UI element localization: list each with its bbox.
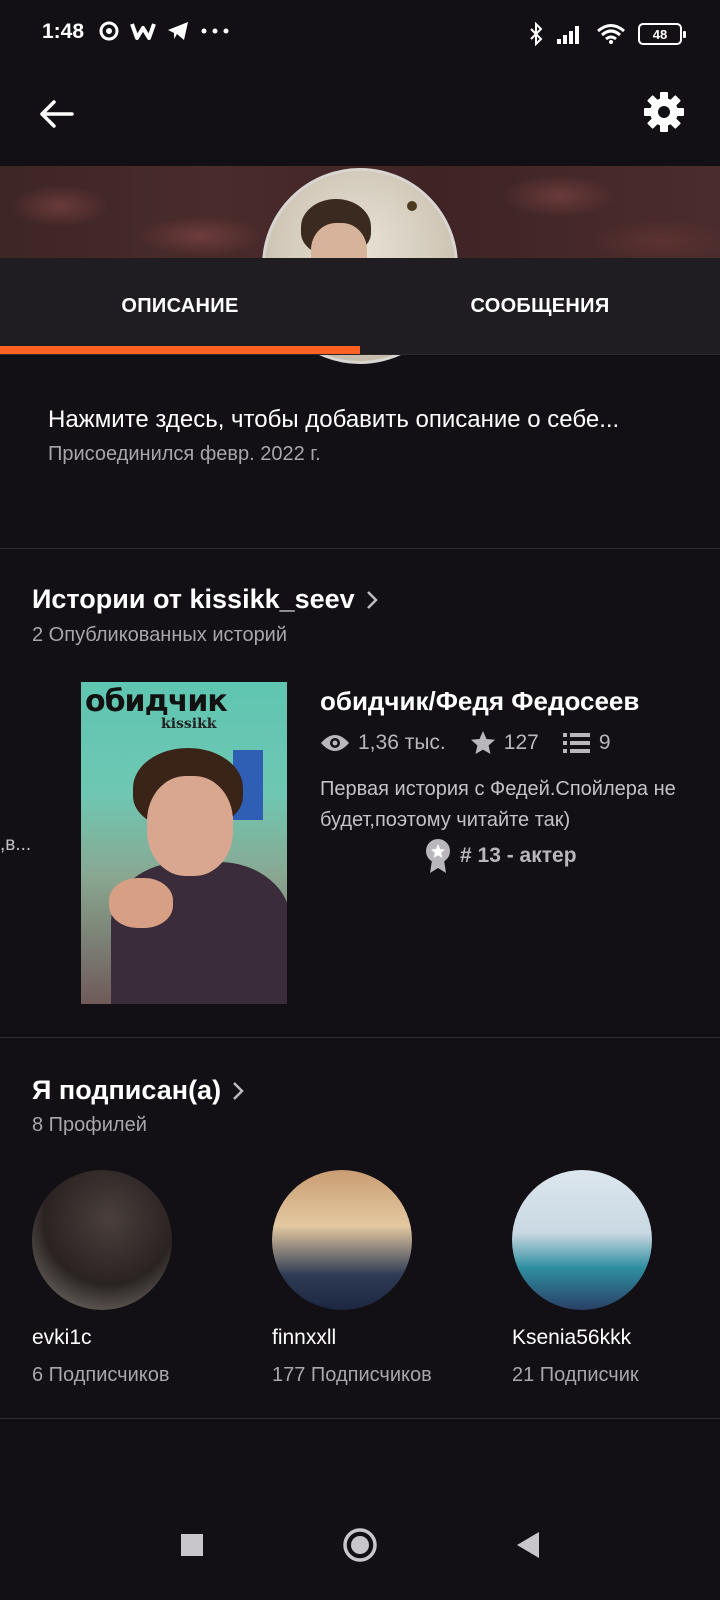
signal-icon	[557, 26, 579, 44]
add-description-prompt[interactable]: Нажмите здесь, чтобы добавить описание о…	[48, 406, 619, 434]
system-icons: 48	[528, 22, 686, 46]
section-divider	[0, 548, 720, 549]
votes-stat: 127	[470, 730, 539, 756]
stories-count: 2 Опубликованных историй	[32, 624, 288, 646]
wifi-icon	[597, 24, 625, 44]
profile-followers: 21 Подписчик	[512, 1364, 639, 1386]
battery-icon: 48	[638, 23, 686, 45]
home-button[interactable]	[336, 1521, 384, 1569]
avatar[interactable]	[32, 1170, 172, 1310]
profile-followers: 6 Подписчиков	[32, 1364, 170, 1386]
telegram-icon	[168, 22, 188, 40]
profile-name: Ksenia56kkk	[512, 1326, 632, 1349]
tabs-divider	[0, 354, 720, 355]
profile-card[interactable]: Ksenia56kkk 21 Подписчик	[512, 1170, 712, 1387]
avatar[interactable]	[272, 1170, 412, 1310]
following-title: Я подписан(а)	[32, 1075, 222, 1105]
tab-messages[interactable]: СООБЩЕНИЯ	[360, 258, 720, 354]
back-button[interactable]	[28, 86, 84, 142]
bluetooth-icon	[530, 22, 543, 46]
rank-badge-icon	[426, 839, 450, 873]
parts-count: 9	[598, 731, 611, 754]
profile-card[interactable]: evki1c 6 Подписчиков	[32, 1170, 232, 1387]
profile-name: finnxxll	[272, 1326, 337, 1349]
more-dots-icon	[201, 28, 229, 34]
stories-section-header[interactable]: Истории от kissikk_seev	[32, 584, 379, 615]
cover-title: обидчик	[85, 684, 228, 719]
story-cover[interactable]: обидчик kissikk	[81, 682, 287, 1004]
previous-story-snippet[interactable]: ,в...	[0, 834, 31, 856]
battery-level: 48	[652, 26, 668, 42]
avatar[interactable]	[512, 1170, 652, 1310]
star-icon	[470, 731, 495, 754]
chevron-right-icon	[366, 590, 378, 609]
views-count: 1,36 тыс.	[358, 731, 446, 754]
story-title[interactable]: обидчик/Федя Федосеев	[320, 686, 639, 717]
status-time: 1:48	[42, 20, 85, 43]
status-bar: 1:48 48	[0, 0, 720, 70]
views-stat: 1,36 тыс.	[320, 731, 446, 755]
gear-icon	[644, 92, 684, 132]
back-nav-button[interactable]	[504, 1521, 552, 1569]
story-stats: 1,36 тыс. 127 9	[320, 730, 625, 756]
profile-name: evki1c	[32, 1326, 92, 1349]
settings-button[interactable]	[636, 84, 692, 140]
chat-bubble-icon	[99, 21, 119, 41]
following-count: 8 Профилей	[32, 1114, 147, 1136]
tab-description[interactable]: ОПИСАНИЕ	[0, 258, 360, 354]
profile-followers: 177 Подписчиков	[272, 1364, 432, 1386]
recents-button[interactable]	[168, 1521, 216, 1569]
chevron-right-icon	[233, 1081, 244, 1100]
eye-icon	[321, 735, 349, 751]
story-rank[interactable]: # 13 - актер	[424, 838, 577, 874]
triangle-back-icon	[517, 1532, 539, 1558]
stories-title: Истории от kissikk_seev	[32, 584, 355, 614]
section-divider	[0, 1418, 720, 1419]
profile-tabs: ОПИСАНИЕ СООБЩЕНИЯ	[0, 258, 720, 354]
cover-author: kissikk	[161, 716, 217, 732]
system-nav-bar	[0, 1490, 720, 1600]
list-icon	[562, 733, 590, 753]
parts-stat: 9	[562, 731, 611, 755]
w-app-icon	[130, 23, 156, 40]
square-icon	[181, 1534, 203, 1556]
notification-icons	[98, 20, 230, 42]
circle-icon	[343, 1528, 377, 1562]
rank-label: # 13 - актер	[460, 844, 577, 867]
following-section-header[interactable]: Я подписан(а)	[32, 1075, 245, 1106]
votes-count: 127	[503, 731, 539, 754]
arrow-left-icon	[40, 100, 74, 128]
section-divider	[0, 1037, 720, 1038]
story-description: Первая история с Федей.Спойлера не будет…	[320, 778, 676, 831]
joined-date: Присоединился февр. 2022 г.	[48, 443, 321, 465]
profile-card[interactable]: finnxxll 177 Подписчиков	[272, 1170, 472, 1387]
